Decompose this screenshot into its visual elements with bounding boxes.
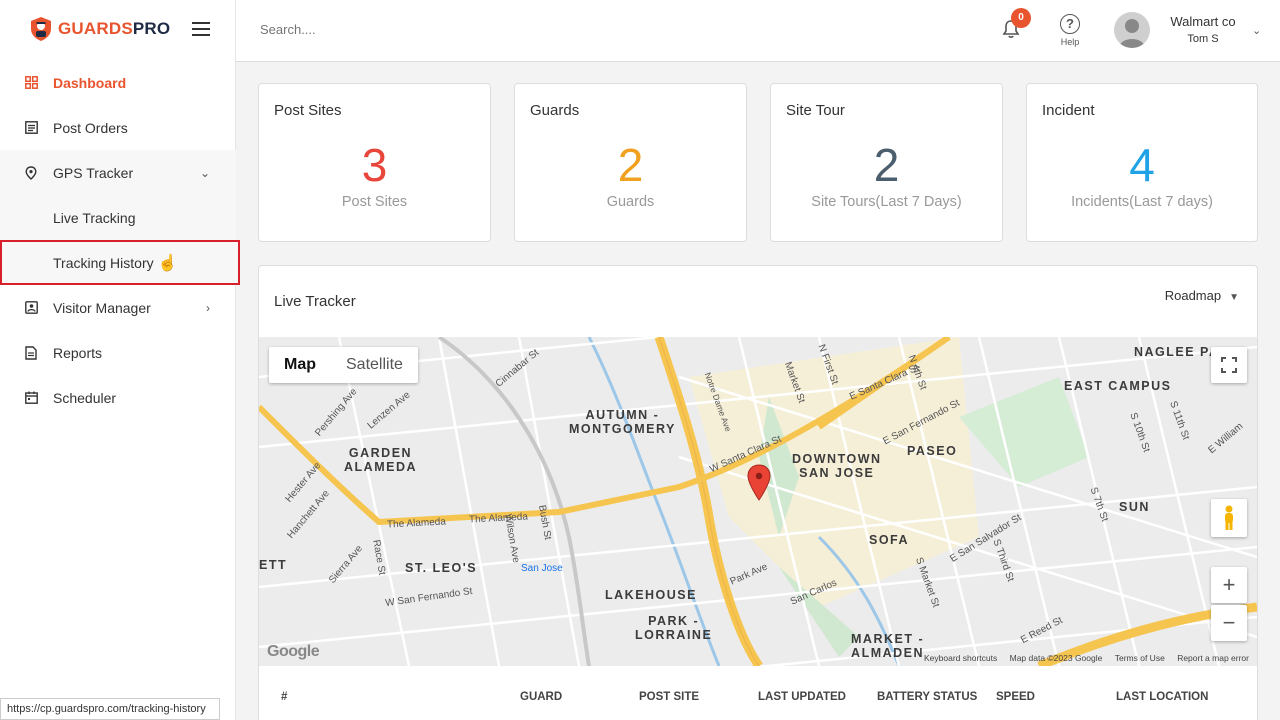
help-label: Help: [1060, 37, 1080, 47]
column-header: SPEED: [996, 691, 1035, 703]
sidebar-item-label: Visitor Manager: [53, 299, 151, 316]
map-label: DOWNTOWN SAN JOSE: [792, 452, 882, 480]
column-header: #: [281, 691, 288, 703]
sidebar-item-visitor-manager[interactable]: Visitor Manager ›: [0, 285, 236, 330]
list-icon: [24, 121, 38, 135]
map-footer: Keyboard shortcuts Map data ©2023 Google…: [914, 653, 1249, 663]
brand-logo[interactable]: GUARDSPRO: [30, 16, 170, 42]
column-header: GUARD: [520, 691, 563, 703]
map-label: AUTUMN - MONTGOMERY: [569, 408, 676, 436]
card-title: Guards: [530, 102, 580, 119]
map-type-value: Roadmap: [1164, 288, 1222, 303]
card-title: Site Tour: [786, 102, 845, 119]
card-value: 2: [617, 139, 644, 191]
search-input[interactable]: [260, 22, 560, 37]
column-header: LAST LOCATION: [1116, 691, 1209, 703]
sidebar-item-reports[interactable]: Reports: [0, 330, 236, 375]
stat-card-guards[interactable]: Guards 2 Guards: [514, 83, 747, 242]
map-label: ST. LEO'S: [405, 561, 478, 575]
document-icon: [24, 345, 38, 360]
column-header: POST SITE: [639, 691, 700, 703]
notification-count-badge: 0: [1011, 8, 1031, 28]
browser-status-url: https://cp.guardspro.com/tracking-histor…: [0, 698, 220, 720]
panel-title: Live Tracker: [274, 293, 356, 310]
avatar[interactable]: [1114, 12, 1150, 48]
caret-down-icon: ▼: [1229, 292, 1239, 303]
map-label: ETT: [259, 558, 288, 572]
sidebar-item-dashboard[interactable]: Dashboard: [0, 60, 236, 105]
tab-map[interactable]: Map: [269, 347, 331, 383]
user-menu[interactable]: Walmart co Tom S: [1158, 14, 1248, 45]
report-error-link[interactable]: Report a map error: [1177, 653, 1249, 663]
card-subtitle: Post Sites: [341, 194, 408, 210]
sidebar-subitem-label: Live Tracking: [53, 209, 136, 226]
sidebar-subitem-label: Tracking History: [53, 254, 154, 271]
street-label: San Jose: [521, 563, 563, 574]
live-tracker-panel: Live Tracker Roadmap ▼ AUTUMN - MONTGOME…: [258, 265, 1258, 720]
stat-card-site-tour[interactable]: Site Tour 2 Site Tours(Last 7 Days): [770, 83, 1003, 242]
sidebar-item-post-orders[interactable]: Post Orders: [0, 105, 236, 150]
card-subtitle: Guards: [606, 194, 655, 210]
sidebar: GUARDSPRO Dashboard Post Orders GPS Trac…: [0, 0, 240, 720]
sidebar-item-gps-tracker[interactable]: GPS Tracker ⌄: [0, 150, 236, 195]
card-value: 4: [1129, 139, 1155, 191]
top-bar: 0 ? Help Walmart co Tom S ⌄: [236, 0, 1280, 62]
column-header: LAST UPDATED: [758, 691, 846, 703]
map-label: EAST CAMPUS: [1064, 379, 1172, 393]
stat-card-incident[interactable]: Incident 4 Incidents(Last 7 days): [1026, 83, 1258, 242]
hand-pointer-icon: ☝: [157, 254, 178, 272]
card-title: Incident: [1042, 102, 1095, 119]
map-data-credit: Map data ©2023 Google: [1009, 653, 1103, 663]
sidebar-item-label: Scheduler: [53, 389, 117, 406]
sidebar-item-scheduler[interactable]: Scheduler: [0, 375, 236, 420]
chevron-down-icon: ⌄: [199, 165, 210, 180]
sidebar-item-label: Dashboard: [53, 74, 127, 91]
chevron-right-icon: ›: [206, 300, 210, 315]
guard-badge-icon: [31, 17, 51, 41]
help-button[interactable]: ? Help: [1056, 14, 1084, 47]
street-view-pegman-icon[interactable]: [1211, 499, 1247, 537]
card-value: 2: [873, 139, 900, 191]
card-subtitle: Incidents(Last 7 days): [1071, 194, 1213, 210]
sidebar-item-label: Post Orders: [53, 119, 128, 136]
map-label: LAKEHOUSE: [605, 588, 697, 602]
card-title: Post Sites: [274, 102, 342, 119]
chevron-down-icon[interactable]: ⌄: [1252, 24, 1261, 37]
stat-card-post-sites[interactable]: Post Sites 3 Post Sites: [258, 83, 491, 242]
question-icon: ?: [1060, 14, 1080, 34]
map-label: SOFA: [869, 533, 910, 547]
zoom-out-button[interactable]: −: [1211, 605, 1247, 641]
map-view[interactable]: AUTUMN - MONTGOMERY GARDEN ALAMEDA DOWNTOW…: [259, 337, 1257, 666]
map-type-tabs: Map Satellite: [269, 347, 418, 383]
sidebar-nav: Dashboard Post Orders GPS Tracker ⌄ Live…: [0, 60, 240, 420]
terms-link[interactable]: Terms of Use: [1115, 653, 1165, 663]
map-label: GARDEN ALAMEDA: [344, 446, 417, 474]
calendar-icon: [24, 391, 38, 405]
card-subtitle: Site Tours(Last 7 Days): [811, 194, 962, 210]
sidebar-item-label: GPS Tracker: [53, 164, 134, 181]
grid-icon: [24, 76, 38, 90]
sidebar-item-label: Reports: [53, 344, 103, 361]
card-value: 3: [361, 139, 388, 191]
map-type-select[interactable]: Roadmap ▼: [1165, 288, 1239, 303]
tracker-table-header: # GUARD POST SITE LAST UPDATED BATTERY S…: [259, 691, 1257, 711]
sidebar-subitem-live-tracking[interactable]: Live Tracking: [0, 195, 236, 240]
location-pin-icon: [24, 165, 38, 180]
tab-satellite[interactable]: Satellite: [331, 347, 418, 383]
google-logo: Google: [267, 643, 320, 660]
map-label: NAGLEE PA: [1134, 345, 1220, 359]
menu-toggle-icon[interactable]: [192, 22, 210, 36]
id-card-icon: [24, 301, 38, 315]
column-header: BATTERY STATUS: [877, 691, 978, 703]
map-label: PASEO: [907, 444, 958, 458]
map-label: SUN: [1119, 500, 1150, 514]
user-company: Walmart co: [1170, 14, 1236, 29]
user-name: Tom S: [1187, 33, 1219, 45]
brand-name: GUARDSPRO: [58, 19, 171, 38]
keyboard-shortcuts-link[interactable]: Keyboard shortcuts: [924, 653, 997, 663]
sidebar-subitem-tracking-history[interactable]: Tracking History ☝: [0, 240, 240, 285]
map-label: PARK - LORRAINE: [635, 614, 713, 642]
fullscreen-icon[interactable]: [1211, 347, 1247, 383]
zoom-in-button[interactable]: +: [1211, 567, 1247, 603]
